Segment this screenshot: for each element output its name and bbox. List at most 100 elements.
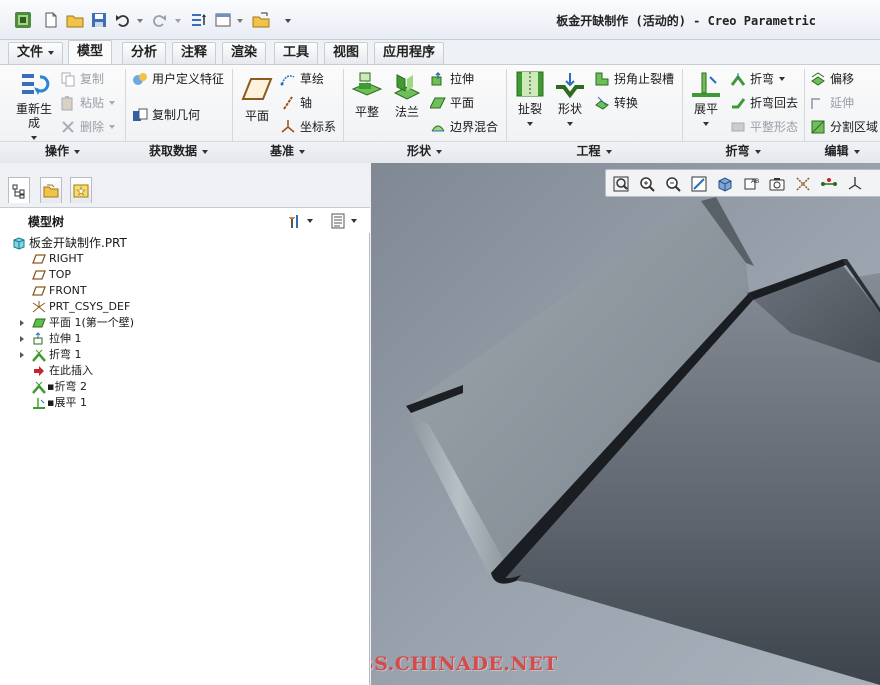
tree-item-front[interactable]: FRONT xyxy=(32,283,87,299)
refit-icon[interactable] xyxy=(612,175,630,193)
app-icon[interactable] xyxy=(14,11,32,29)
tab-view[interactable]: 视图 xyxy=(324,42,369,64)
bend-button[interactable]: 折弯 xyxy=(730,69,786,89)
close-window-icon[interactable] xyxy=(252,11,270,29)
bend-back-button[interactable]: 折弯回去 xyxy=(730,93,798,113)
form-button[interactable]: 形状 xyxy=(552,69,588,130)
chevron-down-icon xyxy=(754,149,761,154)
tree-item-top[interactable]: TOP xyxy=(32,267,71,283)
windows-icon[interactable] xyxy=(214,11,232,29)
new-file-icon[interactable] xyxy=(42,11,60,29)
saved-views-icon[interactable]: AB xyxy=(742,175,760,193)
copy-geometry-button[interactable]: 复制几何 xyxy=(132,105,200,125)
tab-annotate[interactable]: 注释 xyxy=(172,42,217,64)
tab-tools[interactable]: 工具 xyxy=(274,42,319,64)
folder-browser-tab[interactable] xyxy=(40,177,62,203)
offset-button[interactable]: 偏移 xyxy=(810,69,854,89)
redo-dropdown-icon[interactable] xyxy=(174,14,182,23)
group-operations[interactable]: 操作 xyxy=(0,141,125,161)
zoom-out-icon[interactable] xyxy=(664,175,682,193)
chevron-down-icon xyxy=(703,121,709,126)
flange-button[interactable]: 法兰 xyxy=(390,69,424,119)
rip-icon xyxy=(516,71,544,97)
favorites-tab[interactable] xyxy=(70,177,92,203)
tree-item-csys[interactable]: PRT_CSYS_DEF xyxy=(32,299,130,315)
corner-relief-button[interactable]: 拐角止裂槽 xyxy=(594,69,674,89)
axis-button[interactable]: 轴 xyxy=(280,93,312,113)
tab-render[interactable]: 渲染 xyxy=(222,42,267,64)
group-get-data[interactable]: 获取数据 xyxy=(125,141,232,161)
flat-button[interactable]: 平整 xyxy=(350,69,384,119)
group-editing[interactable]: 编辑 xyxy=(804,141,880,161)
zoom-in-icon[interactable] xyxy=(638,175,656,193)
redo-icon[interactable] xyxy=(150,11,168,29)
corner-relief-icon xyxy=(595,72,609,86)
undo-dropdown-icon[interactable] xyxy=(136,14,144,23)
graphics-window[interactable]: AB BBS.CHINADE.NET xyxy=(371,163,880,685)
expand-arrow-icon[interactable] xyxy=(18,319,26,327)
tab-file[interactable]: 文件 xyxy=(8,42,64,64)
tree-item-unbend-1[interactable]: ▪ 展平 1 xyxy=(32,395,87,411)
flatten-form-button[interactable]: 平整形态 xyxy=(730,117,798,137)
unbend-button[interactable]: 展平 xyxy=(688,69,724,130)
customize-toolbar-icon[interactable] xyxy=(284,14,292,23)
convert-button[interactable]: 转换 xyxy=(594,93,638,113)
copy-geometry-icon xyxy=(133,108,148,121)
extend-icon xyxy=(811,98,820,109)
tree-item-right[interactable]: RIGHT xyxy=(32,251,83,267)
csys-display-icon[interactable] xyxy=(846,175,864,193)
tree-item-extrude-1[interactable]: 拉伸 1 xyxy=(32,331,82,347)
group-engineering[interactable]: 工程 xyxy=(506,141,682,161)
show-columns-button[interactable] xyxy=(330,212,364,230)
paste-button[interactable]: 粘贴 xyxy=(60,93,116,113)
model-tree-header: 模型树 xyxy=(0,207,370,233)
copy-button[interactable]: 复制 xyxy=(60,69,104,89)
tree-item-bend-2[interactable]: ▪ 折弯 2 xyxy=(32,379,87,395)
undo-icon[interactable] xyxy=(114,11,132,29)
repaint-icon[interactable] xyxy=(690,175,708,193)
tree-item-insert-here[interactable]: 在此插入 xyxy=(32,363,93,379)
group-bends[interactable]: 折弯 xyxy=(682,141,804,161)
tab-applications[interactable]: 应用程序 xyxy=(374,42,445,64)
tab-analysis[interactable]: 分析 xyxy=(122,42,167,64)
point-display-icon[interactable] xyxy=(820,175,838,193)
regenerate-button[interactable]: 重新生成 xyxy=(12,69,56,144)
expand-arrow-icon[interactable] xyxy=(18,335,26,343)
tree-item-bend-1[interactable]: 折弯 1 xyxy=(32,347,82,363)
graphics-toolbar: AB xyxy=(605,169,880,197)
delete-button[interactable]: 删除 xyxy=(60,117,116,137)
datum-display-icon[interactable] xyxy=(794,175,812,193)
regenerate-icon[interactable] xyxy=(190,11,208,29)
navigator-tabs xyxy=(0,163,370,207)
tree-item-part[interactable]: 板金开缺制作.PRT xyxy=(12,235,127,251)
chevron-down-icon xyxy=(779,77,786,81)
chevron-down-icon xyxy=(109,101,116,105)
group-shapes[interactable]: 形状 xyxy=(343,141,506,161)
tree-item-flat-1[interactable]: 平面 1(第一个壁) xyxy=(32,315,134,331)
view-manager-icon[interactable] xyxy=(768,175,786,193)
boundary-blend-button[interactable]: 边界混合 xyxy=(430,117,498,137)
open-folder-icon[interactable] xyxy=(66,11,84,29)
expand-arrow-icon[interactable] xyxy=(18,351,26,359)
sketch-button[interactable]: 草绘 xyxy=(280,69,324,89)
windows-dropdown-icon[interactable] xyxy=(236,14,244,23)
save-icon[interactable] xyxy=(90,11,108,29)
csys-button[interactable]: 坐标系 xyxy=(280,117,336,137)
plane-shape-button[interactable]: 平面 xyxy=(430,93,474,113)
insert-here-icon xyxy=(34,366,44,376)
tab-model[interactable]: 模型 xyxy=(68,40,113,64)
model-tree-tab[interactable] xyxy=(8,177,30,203)
group-datum[interactable]: 基准 xyxy=(232,141,343,161)
paste-icon xyxy=(61,96,73,111)
udf-button[interactable]: 用户定义特征 xyxy=(132,69,224,89)
sheetmetal-model[interactable] xyxy=(371,163,880,685)
rip-button[interactable]: 扯裂 xyxy=(512,69,548,130)
display-style-icon[interactable] xyxy=(716,175,734,193)
datum-plane-icon xyxy=(32,270,46,280)
extend-button[interactable]: 延伸 xyxy=(810,93,854,113)
datum-plane-button[interactable]: 平面 xyxy=(240,73,274,123)
tree-settings-button[interactable] xyxy=(286,212,316,230)
split-area-button[interactable]: 分割区域 xyxy=(810,117,878,137)
extrude-button[interactable]: 拉伸 xyxy=(430,69,474,89)
flatten-form-icon xyxy=(731,122,745,132)
